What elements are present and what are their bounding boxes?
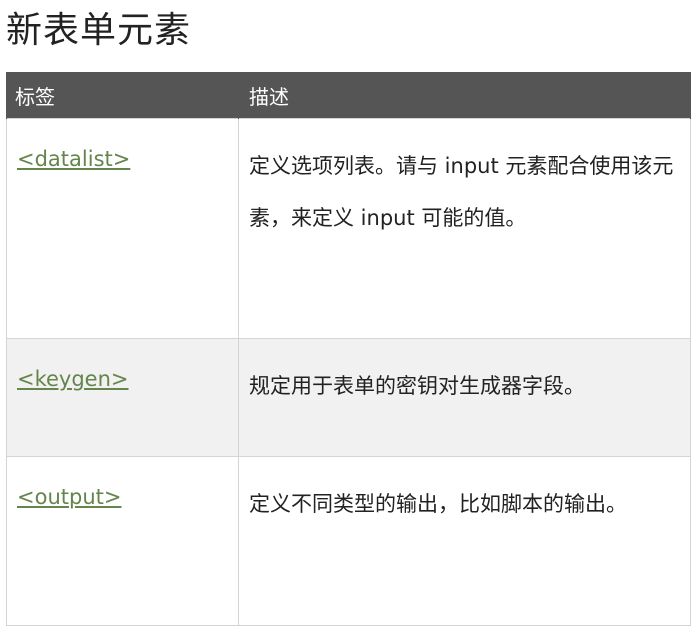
datalist-link[interactable]: <datalist> [17, 147, 130, 171]
page-title: 新表单元素 [6, 10, 192, 51]
column-header-tag: 标签 [6, 72, 239, 119]
output-link[interactable]: <output> [17, 485, 121, 509]
description-cell: 规定用于表单的密钥对生成器字段。 [238, 338, 691, 457]
table-row: <keygen> 规定用于表单的密钥对生成器字段。 [6, 338, 691, 457]
table-row: <output> 定义不同类型的输出，比如脚本的输出。 [6, 456, 691, 626]
table-row: <datalist> 定义选项列表。请与 input 元素配合使用该元素，来定义… [6, 118, 691, 339]
description-cell: 定义不同类型的输出，比如脚本的输出。 [238, 456, 691, 626]
description-cell: 定义选项列表。请与 input 元素配合使用该元素，来定义 input 可能的值… [238, 118, 691, 339]
column-header-description: 描述 [238, 72, 691, 119]
keygen-link[interactable]: <keygen> [17, 367, 129, 391]
tag-cell: <datalist> [6, 118, 239, 339]
form-elements-table: 标签 描述 <datalist> 定义选项列表。请与 input 元素配合使用该… [6, 72, 691, 626]
tag-cell: <output> [6, 456, 239, 626]
tag-cell: <keygen> [6, 338, 239, 457]
table-header-row: 标签 描述 [6, 72, 691, 119]
